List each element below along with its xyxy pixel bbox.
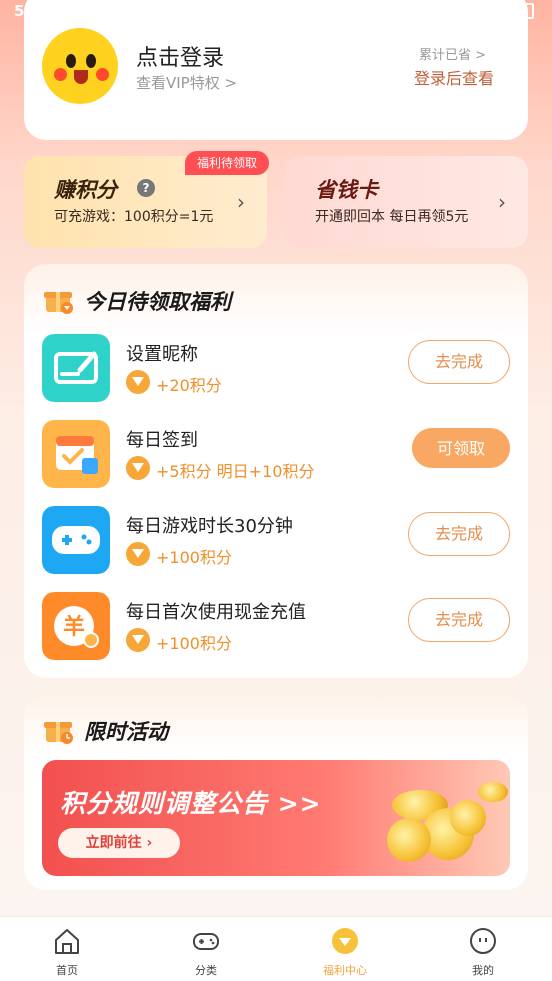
- points-coin-icon: [126, 628, 150, 652]
- task-item-set-nickname: 设置昵称 +20积分 去完成: [24, 334, 528, 404]
- gift-box-icon: [44, 292, 73, 314]
- home-icon: [55, 929, 79, 954]
- gamepad-icon: [42, 506, 110, 574]
- points-rule-banner[interactable]: 积分规则调整公告 >> 立即前往 ›: [42, 760, 510, 876]
- svg-text:羊: 羊: [63, 614, 85, 640]
- banner-title: 积分规则调整公告 >>: [60, 789, 322, 818]
- gold-coin-icon: [387, 818, 431, 862]
- earn-points-title: 赚积分: [54, 178, 117, 202]
- go-complete-button[interactable]: 去完成: [408, 340, 510, 384]
- login-card[interactable]: 点击登录 查看VIP特权 > 累计已省 > 登录后查看: [24, 0, 528, 140]
- save-card-title: 省钱卡: [315, 178, 378, 202]
- total-saved-link[interactable]: 累计已省 >: [419, 44, 486, 63]
- task-item-play-30min: 每日游戏时长30分钟 +100积分 去完成: [24, 506, 528, 576]
- edit-icon: [42, 334, 110, 402]
- points-coin-icon: [126, 370, 150, 394]
- go-complete-button[interactable]: 去完成: [408, 598, 510, 642]
- chevron-right-icon: ›: [498, 190, 506, 214]
- task-name: 设置昵称: [126, 344, 198, 365]
- task-name: 每日首次使用现金充值: [126, 602, 306, 623]
- daily-welfare-panel: 今日待领取福利 设置昵称 +20积分 去完成 每日签到 +5积分 明日+10积分: [24, 264, 528, 678]
- nav-item-welfare[interactable]: 福利中心: [305, 927, 385, 981]
- gift-clock-icon: [44, 722, 73, 744]
- vip-privilege-link[interactable]: 查看VIP特权 >: [136, 72, 237, 93]
- avatar[interactable]: [42, 28, 118, 104]
- welfare-icon: [332, 928, 358, 954]
- status-time: 5: [14, 2, 25, 20]
- nav-item-category[interactable]: 分类: [166, 927, 246, 981]
- welfare-pending-badge: 福利待领取: [184, 151, 269, 175]
- save-card-desc: 开通即回本 每日再领5元: [315, 209, 469, 225]
- profile-icon: [470, 928, 496, 954]
- earn-points-desc: 可充游戏：100积分=1元: [54, 209, 214, 225]
- go-complete-button[interactable]: 去完成: [408, 512, 510, 556]
- nav-item-mine[interactable]: 我的: [443, 927, 523, 981]
- panel-title: 今日待领取福利: [84, 290, 231, 314]
- points-coin-icon: [126, 456, 150, 480]
- bottom-nav: 首页 分类 福利中心 我的: [0, 916, 552, 981]
- task-name: 每日游戏时长30分钟: [126, 516, 293, 537]
- calendar-icon: [42, 420, 110, 488]
- chevron-right-icon: ›: [237, 190, 245, 214]
- save-card[interactable]: 省钱卡 开通即回本 每日再领5元 ›: [285, 156, 528, 248]
- earn-points-card[interactable]: 赚积分 ? 福利待领取 可充游戏：100积分=1元 ›: [24, 151, 269, 248]
- task-name: 每日签到: [126, 430, 198, 451]
- total-saved-value: 登录后查看: [413, 69, 494, 88]
- points-coin-icon: [126, 542, 150, 566]
- limited-activity-panel: 限时活动 积分规则调整公告 >> 立即前往 ›: [24, 694, 528, 890]
- yuan-coin-icon: 羊: [42, 592, 110, 660]
- gamepad-icon: [193, 933, 219, 950]
- gold-coin-icon: [478, 782, 508, 802]
- activity-title: 限时活动: [84, 720, 168, 744]
- task-item-daily-checkin: 每日签到 +5积分 明日+10积分 可领取: [24, 420, 528, 490]
- help-icon[interactable]: ?: [137, 179, 155, 197]
- go-now-button[interactable]: 立即前往 ›: [58, 828, 180, 858]
- claim-button[interactable]: 可领取: [412, 428, 510, 468]
- gold-coin-icon: [450, 800, 486, 836]
- nav-item-home[interactable]: 首页: [27, 927, 107, 981]
- task-item-cash-recharge: 羊 每日首次使用现金充值 +100积分 去完成: [24, 592, 528, 662]
- login-title[interactable]: 点击登录: [136, 40, 224, 72]
